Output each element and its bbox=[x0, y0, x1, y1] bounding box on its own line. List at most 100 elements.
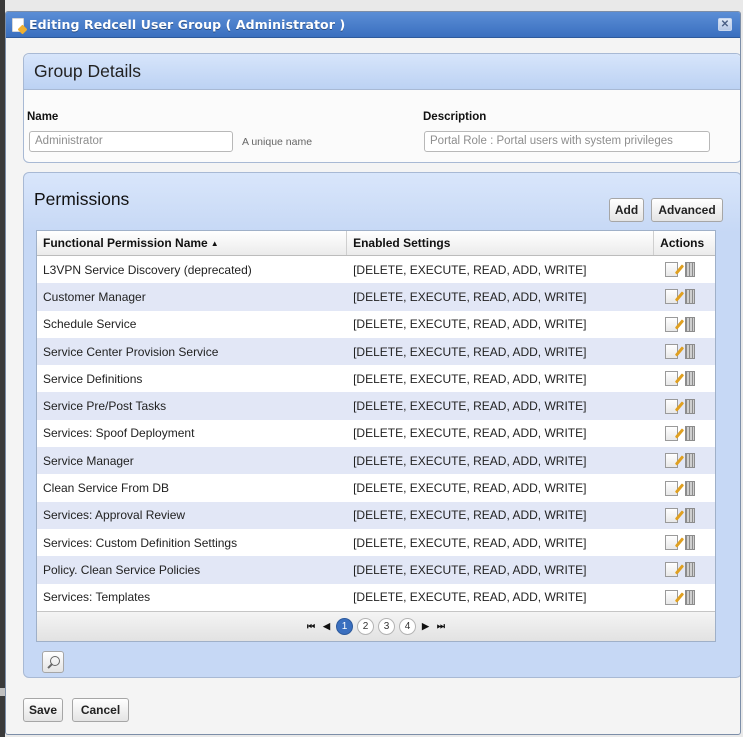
close-button[interactable]: ✕ bbox=[718, 18, 732, 31]
table-row[interactable]: Service Manager [DELETE, EXECUTE, READ, A… bbox=[37, 447, 715, 475]
delete-icon[interactable] bbox=[685, 262, 696, 278]
enabled-settings-cell: [DELETE, EXECUTE, READ, ADD, WRITE] bbox=[353, 289, 587, 304]
actions-cell bbox=[654, 480, 715, 496]
delete-icon[interactable] bbox=[685, 344, 696, 360]
next-page-icon[interactable]: ▶ bbox=[422, 621, 429, 632]
table-row[interactable]: Services: Spoof Deployment [DELETE, EXECU… bbox=[37, 420, 715, 447]
page-button-4[interactable]: 4 bbox=[399, 618, 416, 635]
page-button-1[interactable]: 1 bbox=[336, 618, 353, 635]
permission-name-cell: Schedule Service bbox=[43, 317, 137, 332]
cancel-button[interactable]: Cancel bbox=[72, 698, 129, 722]
table-row[interactable]: L3VPN Service Discovery (deprecated) [DEL… bbox=[37, 256, 715, 283]
page-button-3[interactable]: 3 bbox=[378, 618, 395, 635]
edit-icon[interactable] bbox=[665, 589, 679, 605]
permission-name-cell: Service Manager bbox=[43, 453, 134, 468]
table-row[interactable]: Policy. Clean Service Policies [DELETE, E… bbox=[37, 556, 715, 584]
edit-icon[interactable] bbox=[665, 316, 679, 332]
table-row[interactable]: Services: Templates [DELETE, EXECUTE, REA… bbox=[37, 584, 715, 611]
permissions-panel: Permissions Add Advanced Functional Perm… bbox=[23, 172, 740, 678]
delete-icon[interactable] bbox=[685, 480, 696, 496]
table-row[interactable]: Service Pre/Post Tasks [DELETE, EXECUTE, … bbox=[37, 392, 715, 420]
enabled-settings-cell: [DELETE, EXECUTE, READ, ADD, WRITE] bbox=[353, 535, 587, 550]
table-row[interactable]: Services: Approval Review [DELETE, EXECUT… bbox=[37, 501, 715, 529]
delete-icon[interactable] bbox=[685, 453, 696, 469]
description-label: Description bbox=[423, 111, 487, 123]
permission-name-cell: Service Pre/Post Tasks bbox=[43, 399, 167, 414]
save-button[interactable]: Save bbox=[23, 698, 63, 722]
table-row[interactable]: Services: Custom Definition Settings [DEL… bbox=[37, 529, 715, 556]
edit-icon[interactable] bbox=[665, 562, 679, 578]
delete-icon[interactable] bbox=[685, 371, 696, 387]
edit-icon[interactable] bbox=[665, 371, 679, 387]
dialog-titlebar[interactable]: Editing Redcell User Group ( Administrat… bbox=[6, 12, 740, 38]
delete-icon[interactable] bbox=[685, 316, 696, 332]
edit-document-icon bbox=[12, 17, 24, 32]
column-header-enabled-settings[interactable]: Enabled Settings bbox=[347, 231, 655, 255]
name-hint: A unique name bbox=[242, 136, 313, 148]
permission-name-cell: Services: Custom Definition Settings bbox=[43, 535, 238, 550]
group-details-panel: Group Details Name Administrator A uniqu… bbox=[23, 53, 740, 163]
add-button[interactable]: Add bbox=[609, 198, 644, 222]
delete-icon[interactable] bbox=[685, 398, 696, 414]
table-header: Functional Permission Name ▲ Enabled Sett… bbox=[37, 231, 715, 256]
page-button-2[interactable]: 2 bbox=[357, 618, 374, 635]
table-row[interactable]: Service Definitions [DELETE, EXECUTE, REA… bbox=[37, 365, 715, 392]
delete-icon[interactable] bbox=[685, 589, 696, 605]
sort-ascending-icon: ▲ bbox=[210, 239, 219, 248]
permission-name-cell: L3VPN Service Discovery (deprecated) bbox=[43, 262, 252, 277]
enabled-settings-cell: [DELETE, EXECUTE, READ, ADD, WRITE] bbox=[353, 481, 587, 496]
edit-icon[interactable] bbox=[665, 425, 679, 441]
delete-icon[interactable] bbox=[685, 425, 696, 441]
actions-cell bbox=[654, 453, 715, 469]
group-details-heading: Group Details bbox=[24, 54, 740, 90]
delete-icon[interactable] bbox=[685, 562, 696, 578]
actions-cell bbox=[654, 262, 715, 278]
edit-icon[interactable] bbox=[665, 344, 679, 360]
first-page-icon[interactable]: ⏮ bbox=[307, 621, 315, 632]
last-page-icon[interactable]: ⏭ bbox=[437, 621, 445, 632]
delete-icon[interactable] bbox=[685, 289, 696, 305]
actions-cell bbox=[654, 371, 715, 387]
permission-name-cell: Service Definitions bbox=[43, 371, 143, 386]
edit-icon[interactable] bbox=[665, 480, 679, 496]
enabled-settings-cell: [DELETE, EXECUTE, READ, ADD, WRITE] bbox=[353, 317, 587, 332]
name-label: Name bbox=[27, 111, 59, 123]
actions-cell bbox=[654, 589, 715, 605]
enabled-settings-cell: [DELETE, EXECUTE, READ, ADD, WRITE] bbox=[353, 562, 587, 577]
table-row[interactable]: Schedule Service [DELETE, EXECUTE, READ, … bbox=[37, 311, 715, 338]
delete-icon[interactable] bbox=[685, 507, 696, 523]
delete-icon[interactable] bbox=[685, 535, 696, 551]
enabled-settings-cell: [DELETE, EXECUTE, READ, ADD, WRITE] bbox=[353, 453, 587, 468]
permissions-table: Functional Permission Name ▲ Enabled Sett… bbox=[36, 230, 716, 642]
actions-cell bbox=[654, 316, 715, 332]
permission-name-cell: Services: Spoof Deployment bbox=[43, 426, 195, 441]
actions-cell bbox=[654, 289, 715, 305]
advanced-button[interactable]: Advanced bbox=[651, 198, 723, 222]
permission-name-cell: Clean Service From DB bbox=[43, 481, 170, 496]
edit-icon[interactable] bbox=[665, 535, 679, 551]
search-icon[interactable] bbox=[42, 651, 64, 673]
edit-icon[interactable] bbox=[665, 507, 679, 523]
description-field[interactable]: Portal Role : Portal users with system p… bbox=[424, 131, 710, 152]
table-row[interactable]: Clean Service From DB [DELETE, EXECUTE, R… bbox=[37, 474, 715, 501]
actions-cell bbox=[654, 507, 715, 523]
edit-icon[interactable] bbox=[665, 262, 679, 278]
name-field[interactable]: Administrator bbox=[29, 131, 233, 152]
table-row[interactable]: Service Center Provision Service [DELETE,… bbox=[37, 337, 715, 366]
pagination-bar: ⏮ ◀ 1 2 3 4 ▶ ⏭ bbox=[37, 611, 715, 641]
actions-cell bbox=[654, 562, 715, 578]
table-row[interactable]: Customer Manager [DELETE, EXECUTE, READ, … bbox=[37, 283, 715, 311]
actions-cell bbox=[654, 398, 715, 414]
permission-name-cell: Customer Manager bbox=[43, 289, 146, 304]
edit-icon[interactable] bbox=[665, 398, 679, 414]
previous-page-icon[interactable]: ◀ bbox=[323, 621, 330, 632]
permission-name-cell: Services: Templates bbox=[43, 590, 151, 605]
enabled-settings-cell: [DELETE, EXECUTE, READ, ADD, WRITE] bbox=[353, 399, 587, 414]
actions-cell bbox=[654, 425, 715, 441]
enabled-settings-cell: [DELETE, EXECUTE, READ, ADD, WRITE] bbox=[353, 262, 587, 277]
column-header-permission-name[interactable]: Functional Permission Name ▲ bbox=[37, 231, 348, 255]
edit-icon[interactable] bbox=[665, 289, 679, 305]
edit-icon[interactable] bbox=[665, 453, 679, 469]
permissions-heading: Permissions bbox=[34, 189, 130, 209]
dialog-title: Editing Redcell User Group ( Administrat… bbox=[29, 17, 346, 32]
